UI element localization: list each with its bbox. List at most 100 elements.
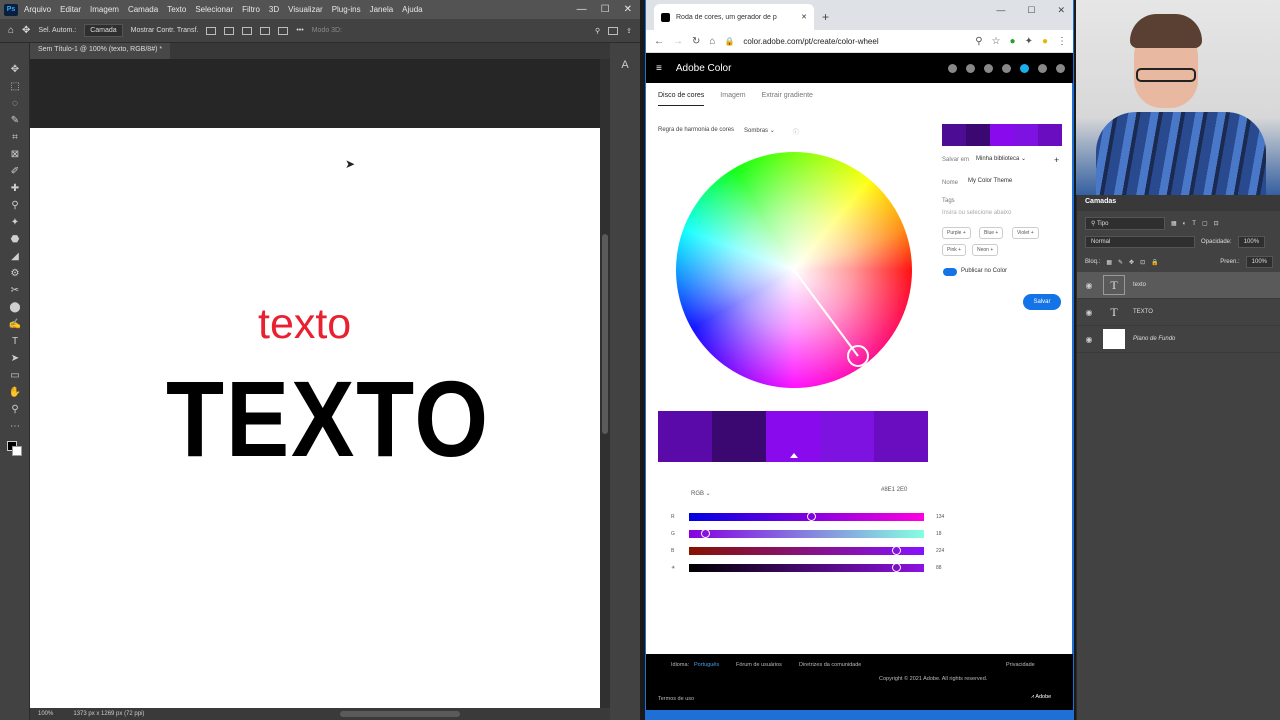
reload-icon[interactable]: ↻ [692,36,700,47]
close-icon[interactable]: ✕ [624,4,632,15]
zoom-tool-icon[interactable]: ⚲ [0,401,30,418]
history-brush-tool-icon[interactable]: ⬣ [0,231,30,248]
layer-filter-dropdown[interactable]: ⚲ Tipo [1085,217,1165,230]
maximize-icon[interactable]: ☐ [601,4,610,15]
move-icon[interactable]: ✥ [22,25,30,36]
minimize-icon[interactable]: — [996,5,1005,16]
menu-imagem[interactable]: Imagem [90,5,119,14]
home-icon[interactable]: ⌂ [8,25,14,36]
distribute-icon[interactable] [260,26,271,35]
layer-name[interactable]: Plano de Fundo [1133,336,1175,342]
tag-chip-blue[interactable]: Blue + [979,227,1004,239]
lock-transparent-icon[interactable]: ▦ [1106,259,1112,266]
document-tab[interactable]: Sem Título-1 @ 100% (texto, RGB/8#) * [30,43,171,59]
align-right-icon[interactable] [242,26,253,35]
name-input[interactable]: My Color Theme [968,178,1012,184]
tag-chip-purple[interactable]: Purple + [942,227,971,239]
workspace-icon[interactable] [608,26,619,35]
slider-value[interactable]: 88 [936,565,942,571]
harmony-dropdown[interactable]: Sombras ⌄ [744,127,775,136]
theme-icon[interactable] [948,63,957,73]
tag-chip-pink[interactable]: Pink + [942,244,967,256]
menu-visualizar[interactable]: Visualizar [288,5,323,14]
slider-value[interactable]: 134 [936,514,944,520]
vertical-scrollbar[interactable] [600,59,610,708]
layer-name[interactable]: TEXTO [1133,309,1153,315]
hamburger-icon[interactable]: ≡ [656,63,662,74]
zoom-level[interactable]: 100% [38,711,53,717]
dodge-tool-icon[interactable]: ⬤ [0,299,30,316]
filter-adjust-icon[interactable]: ◐ [1183,221,1187,227]
new-tab-button[interactable]: + [822,4,829,30]
tab-close-icon[interactable]: ✕ [801,13,807,21]
user-avatar-icon[interactable] [1020,63,1029,73]
profile-avatar[interactable]: ● [1042,36,1048,47]
lock-move-icon[interactable]: ✥ [1129,259,1134,266]
auto-select-checkbox[interactable]: Sel. Autom.: [38,27,76,34]
hand-tool-icon[interactable]: ✋ [0,384,30,401]
pen-tool-icon[interactable]: ✍ [0,316,30,333]
swatch-2[interactable] [712,411,766,462]
lock-paint-icon[interactable]: ✎ [1118,259,1123,266]
url-field[interactable]: color.adobe.com/pt/create/color-wheel [743,37,966,46]
back-icon[interactable]: ← [654,36,664,47]
rectangle-tool-icon[interactable]: ▭ [0,367,30,384]
more-tool-icon[interactable]: ⋯ [0,418,30,435]
crop-tool-icon[interactable]: ⌗ [0,129,30,146]
magic-wand-tool-icon[interactable]: ✎ [0,112,30,129]
menu-arquivo[interactable]: Arquivo [24,5,51,14]
lock-all-icon[interactable]: 🔒 [1151,259,1158,266]
eyedropper-tool-icon[interactable]: ✐ [0,163,30,180]
menu-ajuda[interactable]: Ajuda [402,5,422,14]
minimize-icon[interactable]: — [577,4,587,15]
layer-row-texto[interactable]: ◉ T texto [1077,272,1280,299]
visibility-eye-icon[interactable]: ◉ [1081,281,1097,290]
slider-knob[interactable] [701,529,711,538]
menu-plugins[interactable]: Plug-ins [332,5,361,14]
align-center-icon[interactable] [224,26,235,35]
path-select-tool-icon[interactable]: ➤ [0,350,30,367]
help-icon[interactable] [966,63,975,73]
adobe-logo[interactable]: ⩘ Adobe [1031,694,1051,701]
slider-knob[interactable] [807,512,817,521]
slider-knob[interactable] [891,563,901,572]
swatch-1[interactable] [658,411,712,462]
close-icon[interactable]: ✕ [1057,5,1065,16]
swatch-5[interactable] [874,411,928,462]
menu-editar[interactable]: Editar [60,5,81,14]
slider-knob[interactable] [891,546,901,555]
forum-link[interactable]: Fórum de usuários [736,662,782,668]
move-tool-icon[interactable]: ✥ [0,61,30,78]
apps-grid-icon[interactable] [1038,63,1047,73]
share-icon[interactable]: ⇪ [626,27,640,35]
color-slider[interactable] [689,512,924,521]
tab-color-wheel[interactable]: Disco de cores [658,92,705,106]
horizontal-scrollbar[interactable] [340,711,460,717]
menu-selecionar[interactable]: Selecionar [195,5,233,14]
frame-tool-icon[interactable]: ⊠ [0,146,30,163]
layer-name[interactable]: texto [1133,282,1146,288]
publish-toggle[interactable] [943,268,957,276]
color-slider[interactable] [689,546,924,555]
menu-camada[interactable]: Camada [128,5,158,14]
color-wheel-handle[interactable] [676,152,912,388]
stamp-tool-icon[interactable]: ✦ [0,214,30,231]
fill-field[interactable]: 100% [1245,256,1273,268]
color-slider[interactable] [689,529,924,538]
visibility-eye-icon[interactable]: ◉ [1081,308,1097,317]
character-panel-icon[interactable]: A [610,59,640,71]
filter-type-icon[interactable]: T [1192,221,1196,227]
marquee-tool-icon[interactable]: ⬚ [0,78,30,95]
gradient-tool-icon[interactable]: ⚙ [0,265,30,282]
home-icon[interactable]: ⌂ [709,36,715,47]
library-icon[interactable] [984,63,993,73]
more-icon[interactable]: ••• [296,27,303,34]
opacity-field[interactable]: 100% [1237,236,1266,248]
align-left-icon[interactable] [206,26,217,35]
menu-3d[interactable]: 3D [269,5,279,14]
privacy-link[interactable]: Privacidade [1006,662,1035,668]
filter-pixel-icon[interactable]: ▦ [1171,220,1177,227]
lasso-tool-icon[interactable]: ◌ [0,95,30,112]
language-link[interactable]: Português [694,662,719,668]
save-button[interactable]: Salvar [1023,294,1061,310]
